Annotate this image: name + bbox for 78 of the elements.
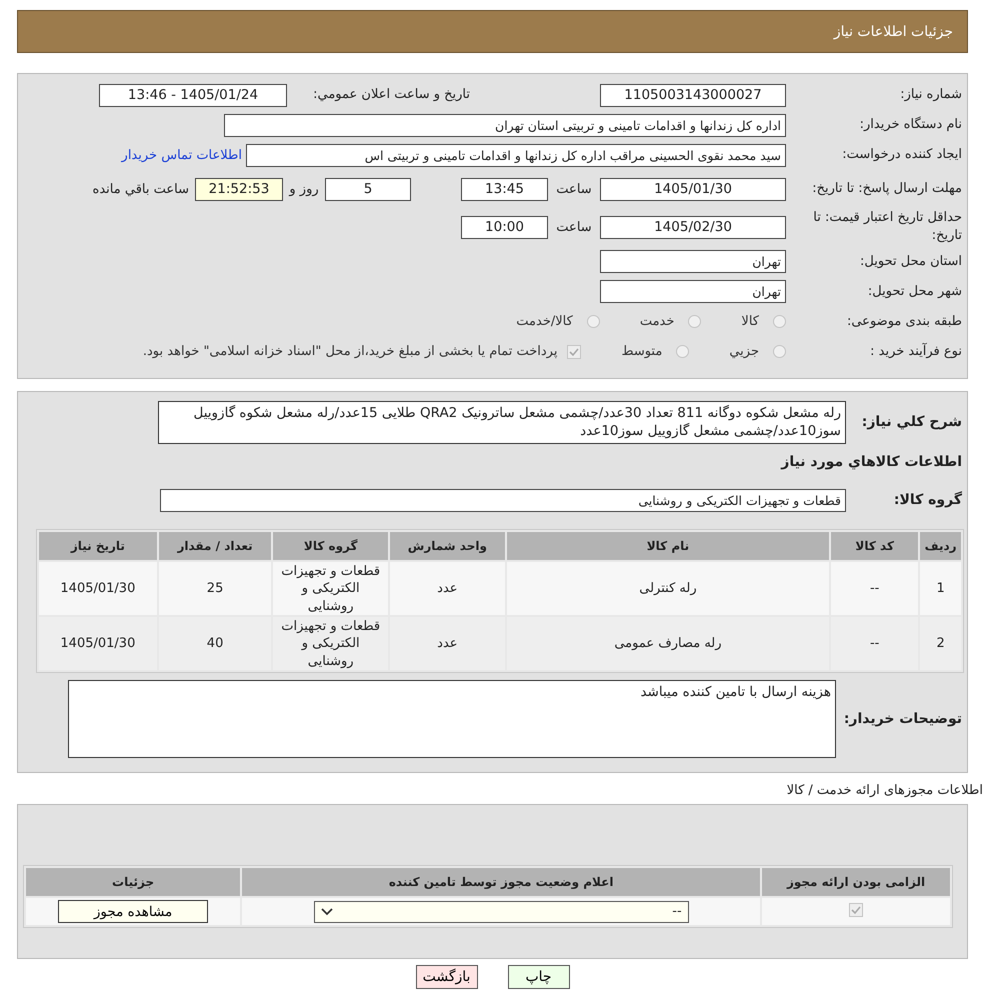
column-header: جزئیات — [26, 868, 240, 896]
option-label: خدمت — [640, 314, 674, 330]
description-text-area[interactable]: رله مشعل شکوه دوگانه 811 تعداد 30عدد/چشمی مشعل ساترونیک QRA2 طلایی 15عدد/رله مشعل شکوه گازوییل سوز10عدد/چشمی مشعل گازوییل سوز10عدد — [158, 401, 846, 444]
column-header: تاریخ نیاز — [39, 532, 157, 560]
days-label: روز و — [288, 182, 320, 196]
days-field[interactable]: 5 — [325, 178, 411, 200]
column-header: گروه کالا — [273, 532, 388, 560]
status-select[interactable]: -- — [314, 900, 689, 923]
remaining-time-field[interactable]: 21:52:53 — [195, 178, 283, 200]
buyer-field[interactable]: اداره کل زندانها و اقدامات تامینی و تربیتی استان تهران — [224, 114, 786, 137]
time-label: ساعت — [555, 220, 593, 235]
time-label: ساعت — [555, 182, 593, 196]
field-label: حداقل تاریخ اعتبار قیمت: تا تاریخ: — [812, 209, 963, 246]
field-label: نام دستگاه خریدار: — [858, 116, 963, 134]
table-cell: 1405/01/30 — [39, 617, 157, 670]
price-validity-date-field[interactable]: 1405/02/30 — [600, 216, 786, 239]
field-label: گروه کالا: — [892, 490, 963, 510]
column-header: الزامی بودن ارائه مجوز — [762, 868, 950, 896]
option-label: کالا — [741, 314, 759, 330]
table-cell: 25 — [158, 562, 272, 616]
section-heading: اطلاعات مجوزهای ارائه خدمت / کالا — [786, 783, 983, 798]
view-license-button[interactable]: مشاهده مجوز — [58, 900, 208, 924]
city-field[interactable]: تهران — [600, 280, 786, 304]
page-title: جزئیات اطلاعات نیاز — [834, 24, 953, 40]
table-cell: 40 — [158, 617, 272, 670]
radio-button[interactable] — [688, 315, 702, 328]
chevron-down-icon — [320, 908, 333, 916]
field-label: نوع فرآیند خرید : — [869, 342, 963, 361]
column-header: اعلام وضعیت مجوز توسط تامین کننده — [242, 868, 760, 896]
table-cell: عدد — [390, 617, 505, 670]
radio-button[interactable] — [586, 315, 600, 328]
section-heading: اطلاعات کالاهاي مورد نیاز — [780, 452, 963, 472]
goods-group-field[interactable]: قطعات و تجهیزات الکتریکی و روشنایی — [160, 488, 846, 512]
table-cell: قطعات و تجهیزات الکتریکی و روشنایی — [273, 617, 388, 670]
table-cell: -- — [831, 562, 918, 616]
column-header: واحد شمارش — [390, 532, 505, 560]
table-cell: رله کنترلی — [506, 562, 830, 616]
column-header: نام کالا — [506, 532, 830, 560]
remaining-label: ساعت باقي مانده — [92, 182, 189, 196]
checkbox[interactable] — [567, 344, 582, 359]
field-label: شرح کلي نیاز: — [860, 412, 963, 432]
column-header: تعداد / مقدار — [158, 532, 272, 560]
buyer-contact-link[interactable]: اطلاعات تماس خریدار — [122, 148, 242, 163]
announce-date-field[interactable]: 1405/01/24 - 13:46 — [99, 84, 287, 107]
table-cell: رله مصارف عمومی — [506, 617, 830, 670]
reply-date-field[interactable]: 1405/01/30 — [600, 178, 786, 200]
table-cell: -- — [831, 617, 918, 670]
action-button[interactable]: چاپ — [508, 964, 570, 989]
creator-field[interactable]: سید محمد نقوی الحسینی مراقب اداره کل زندانها و اقدامات تامینی و تربیتی اس — [246, 144, 786, 167]
field-label: مهلت ارسال پاسخ: تا تاریخ: — [811, 180, 963, 198]
field-label: تاریخ و ساعت اعلان عمومي: — [312, 86, 471, 104]
radio-button[interactable] — [773, 345, 786, 358]
price-validity-time-field[interactable]: 10:00 — [461, 216, 548, 239]
buyer-notes-text-area[interactable]: هزینه ارسال با تامین کننده میباشد — [68, 680, 836, 758]
field-label: شهر محل تحویل: — [866, 282, 963, 301]
option-label: کالا/خدمت — [516, 314, 573, 330]
field-label: شماره نیاز: — [899, 86, 963, 104]
table-cell: 1 — [920, 562, 961, 616]
province-field[interactable]: تهران — [600, 250, 786, 274]
checkbox[interactable] — [849, 903, 864, 918]
field-label: طبقه بندی موضوعی: — [846, 312, 963, 331]
action-button[interactable]: بازگشت — [416, 964, 478, 989]
table-cell: 2 — [920, 617, 961, 670]
table-cell: 1405/01/30 — [39, 562, 157, 616]
field-label: استان محل تحویل: — [859, 252, 963, 271]
option-label: جزيي — [729, 344, 759, 360]
table-cell: عدد — [390, 562, 505, 616]
column-header: کد کالا — [831, 532, 918, 560]
table-cell: قطعات و تجهیزات الکتریکی و روشنایی — [273, 562, 388, 616]
radio-button[interactable] — [773, 315, 786, 328]
field-label: ایجاد کننده درخواست: — [841, 146, 963, 164]
need-number-field[interactable]: 1105003143000027 — [600, 84, 786, 107]
payment-note: پرداخت تمام یا بخشی از مبلغ خرید،از محل "اسناد خزانه اسلامی" خواهد بود. — [142, 344, 558, 360]
option-label: متوسط — [621, 344, 662, 360]
column-header: ردیف — [920, 532, 961, 560]
radio-button[interactable] — [676, 345, 690, 358]
reply-time-field[interactable]: 13:45 — [461, 178, 548, 200]
field-label: توضیحات خریدار: — [842, 710, 963, 729]
